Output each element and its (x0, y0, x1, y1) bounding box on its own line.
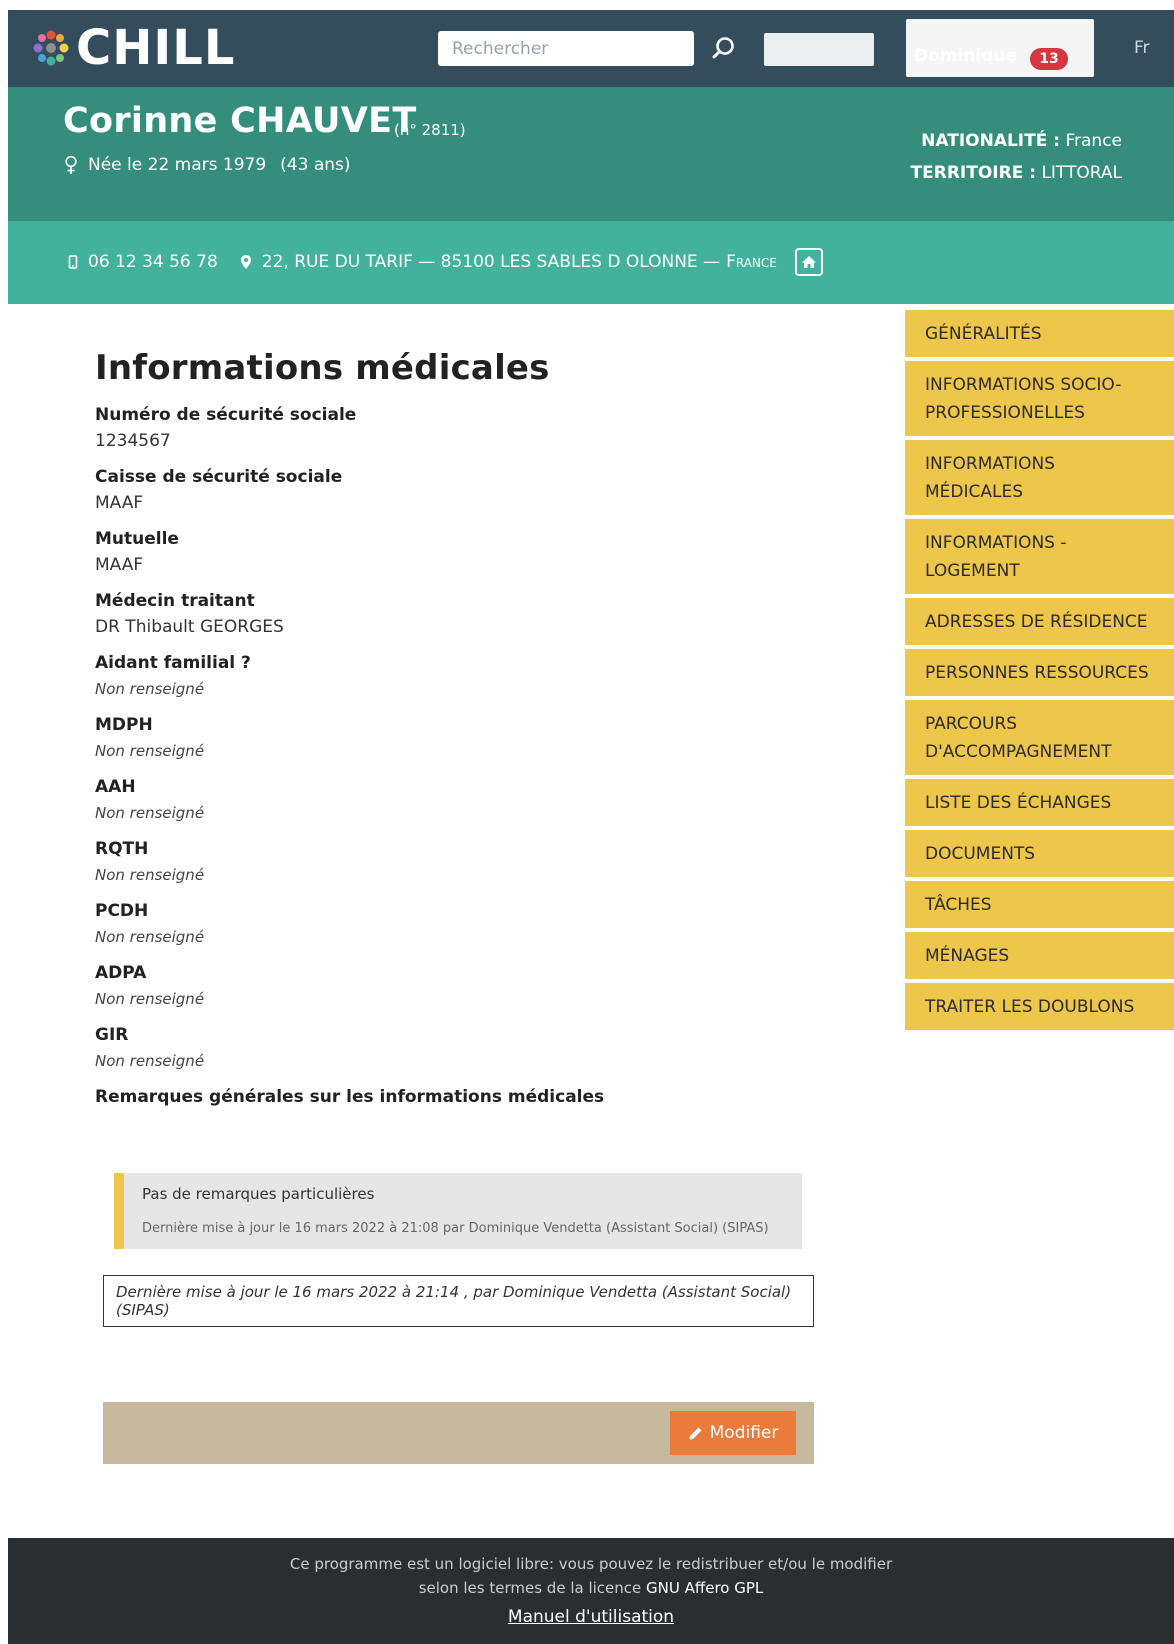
menu-item-resource-persons[interactable]: PERSONNES RESSOURCES (905, 649, 1174, 696)
field-value: Non renseigné (95, 928, 205, 946)
remark-box: Pas de remarques particulières Dernière … (114, 1173, 802, 1249)
contact-banner: 06 12 34 56 78 22, RUE DU TARIF — 85100 … (8, 221, 1174, 304)
field-value: MAAF (95, 555, 144, 575)
logo-text: CHILL (76, 20, 236, 76)
field-value: Non renseigné (95, 804, 205, 822)
person-banner: Corinne CHAUVET (n° 2811) Née le 22 mars… (8, 87, 1174, 221)
mobile-phone-icon (68, 255, 78, 269)
territory-label: TERRITOIRE : (910, 163, 1037, 183)
language-selector[interactable]: Fr (1134, 38, 1150, 58)
person-age: (43 ans) (280, 155, 351, 175)
modify-button[interactable]: Modifier (670, 1411, 796, 1455)
menu-item-socio-professional[interactable]: INFORMATIONS SOCIO-PROFESSIONELLES (905, 361, 1174, 436)
field-label: Aidant familial ? (95, 653, 251, 673)
last-update: Dernière mise à jour le 16 mars 2022 à 2… (103, 1275, 814, 1327)
menu-item-duplicates[interactable]: TRAITER LES DOUBLONS (905, 983, 1174, 1030)
field-label: AAH (95, 777, 136, 797)
notification-badge: 13 (1030, 48, 1068, 70)
search-input[interactable] (438, 31, 694, 66)
field-family-caregiver: Aidant familial ? Non renseigné (95, 650, 810, 702)
address: 22, RUE DU TARIF — 85100 LES SABLES D OL… (261, 252, 721, 272)
contact-line: 06 12 34 56 78 22, RUE DU TARIF — 85100 … (68, 246, 823, 278)
female-icon (65, 155, 77, 174)
menu-item-documents[interactable]: DOCUMENTS (905, 830, 1174, 877)
field-gir: GIR Non renseigné (95, 1022, 810, 1074)
remarks-label: Remarques générales sur les informations… (95, 1087, 605, 1107)
field-value: Non renseigné (95, 742, 205, 760)
field-pcdh: PCDH Non renseigné (95, 898, 810, 950)
modify-label: Modifier (709, 1423, 779, 1443)
footer: Ce programme est un logiciel libre: vous… (8, 1538, 1174, 1644)
phone-number: 06 12 34 56 78 (88, 252, 218, 272)
field-label: MDPH (95, 715, 153, 735)
search-icon (712, 37, 734, 59)
menu-item-exchanges[interactable]: LISTE DES ÉCHANGES (905, 779, 1174, 826)
home-icon (801, 256, 816, 268)
license-line-2: selon les termes de la licence (418, 1579, 642, 1597)
main-content: Informations médicales Numéro de sécurit… (95, 348, 810, 1110)
field-label: Médecin traitant (95, 591, 255, 611)
remark-meta: Dernière mise à jour le 16 mars 2022 à 2… (142, 1221, 769, 1236)
person-menu: GÉNÉRALITÉS INFORMATIONS SOCIO-PROFESSIO… (905, 310, 1174, 1034)
field-label: Caisse de sécurité sociale (95, 467, 343, 487)
license-line-1: Ce programme est un logiciel libre: vous… (289, 1555, 893, 1573)
field-social-security-number: Numéro de sécurité sociale 1234567 (95, 402, 810, 454)
home-button[interactable] (794, 248, 823, 276)
menu-item-housing[interactable]: INFORMATIONS - LOGEMENT (905, 519, 1174, 594)
address-country: France (726, 252, 777, 272)
field-doctor: Médecin traitant DR Thibault GEORGES (95, 588, 810, 640)
user-menu-button[interactable]: Dominique 13 (906, 19, 1094, 77)
field-label: PCDH (95, 901, 149, 921)
menu-item-generalites[interactable]: GÉNÉRALITÉS (905, 310, 1174, 357)
person-birth: Née le 22 mars 1979 (43 ans) (64, 155, 365, 175)
menu-item-households[interactable]: MÉNAGES (905, 932, 1174, 979)
field-aah: AAH Non renseigné (95, 774, 810, 826)
license-text: Ce programme est un logiciel libre: vous… (8, 1552, 1174, 1600)
person-number: (n° 2811) (394, 121, 466, 139)
map-marker-icon (240, 255, 251, 269)
field-value: Non renseigné (95, 866, 205, 884)
record-actions: Modifier (103, 1402, 814, 1464)
person-name: Corinne CHAUVET (63, 101, 417, 141)
search-button[interactable] (708, 32, 740, 66)
field-value: Non renseigné (95, 1052, 205, 1070)
field-label: GIR (95, 1025, 129, 1045)
logo[interactable]: CHILL (30, 20, 235, 76)
field-mdph: MDPH Non renseigné (95, 712, 810, 764)
field-adpa: ADPA Non renseigné (95, 960, 810, 1012)
page-title: Informations médicales (95, 348, 550, 388)
field-mutual-insurance: Mutuelle MAAF (95, 526, 810, 578)
menu-item-medical[interactable]: INFORMATIONS MÉDICALES (905, 440, 1174, 515)
menu-item-residence-addresses[interactable]: ADRESSES DE RÉSIDENCE (905, 598, 1174, 645)
field-label: Numéro de sécurité sociale (95, 405, 357, 425)
field-rqth: RQTH Non renseigné (95, 836, 810, 888)
field-label: Mutuelle (95, 529, 179, 549)
field-social-security-fund: Caisse de sécurité sociale MAAF (95, 464, 810, 516)
remark-text: Pas de remarques particulières (142, 1185, 375, 1203)
user-name: Dominique (914, 46, 1018, 66)
field-value: Non renseigné (95, 990, 205, 1008)
field-label: RQTH (95, 839, 149, 859)
field-label: ADPA (95, 963, 147, 983)
top-navbar: CHILL Dominique 13 Fr (8, 10, 1174, 87)
person-summary: NATIONALITÉ : France TERRITOIRE : LITTOR… (911, 125, 1122, 189)
nationality-label: NATIONALITÉ : (921, 131, 1061, 151)
field-value: Non renseigné (95, 680, 205, 698)
field-value: DR Thibault GEORGES (95, 617, 284, 637)
pencil-icon (689, 1427, 702, 1439)
nationality-value: France (1065, 131, 1122, 151)
user-manual-link[interactable]: Manuel d'utilisation (8, 1607, 1174, 1627)
logo-flower-icon (33, 30, 69, 66)
menu-item-tasks[interactable]: TÂCHES (905, 881, 1174, 928)
page: CHILL Dominique 13 Fr Corinne CHAUVET (n… (8, 10, 1174, 1644)
license-link[interactable]: GNU Affero GPL (646, 1579, 763, 1597)
menu-item-accompanying-course[interactable]: PARCOURS D'ACCOMPAGNEMENT (905, 700, 1174, 775)
birth-date: Née le 22 mars 1979 (88, 155, 267, 175)
section-button[interactable] (764, 33, 874, 66)
territory-value: LITTORAL (1041, 163, 1122, 183)
field-value: 1234567 (95, 431, 171, 451)
field-value: MAAF (95, 493, 144, 513)
